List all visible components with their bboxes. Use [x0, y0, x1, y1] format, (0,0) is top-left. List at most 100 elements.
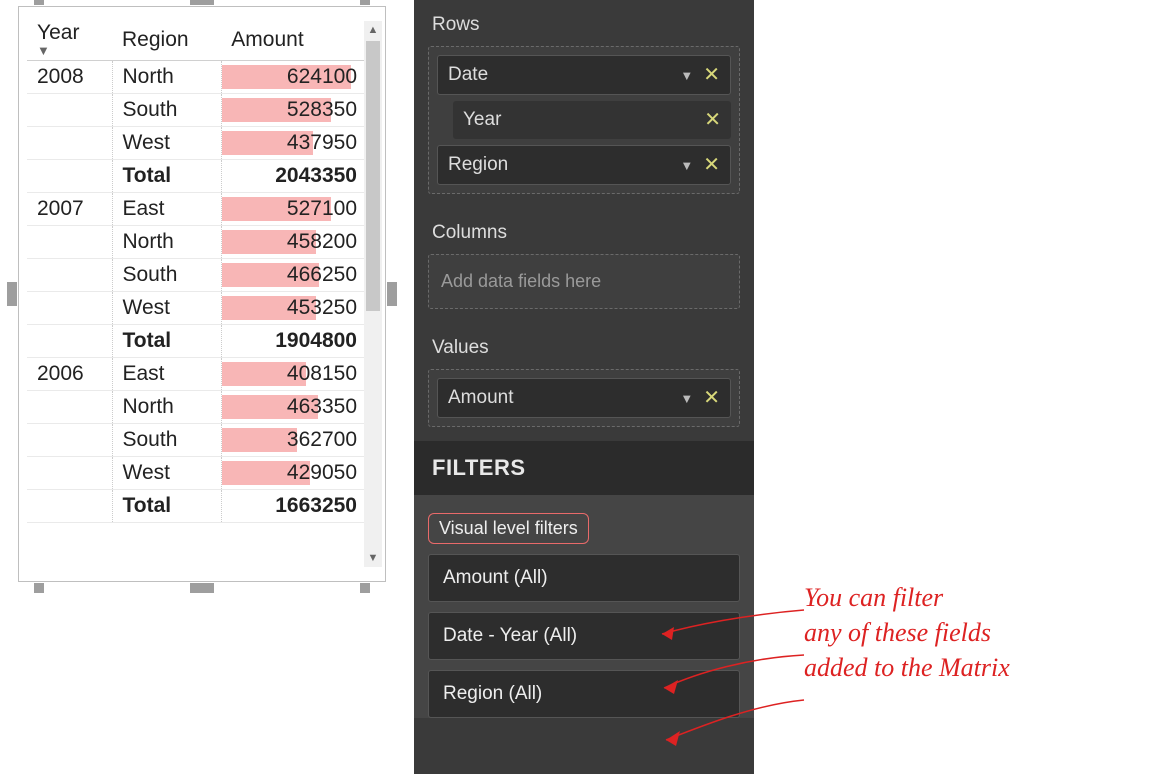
table-row[interactable]: North463350 — [27, 391, 367, 424]
field-pill-label: Region — [448, 154, 680, 176]
resize-handle-corner[interactable] — [360, 0, 370, 5]
rows-well[interactable]: Date▼✕Year✕Region▼✕ — [428, 46, 740, 194]
cell-amount: 362700 — [221, 424, 367, 457]
cell-amount: 408150 — [221, 358, 367, 391]
vertical-scrollbar[interactable]: ▲ ▼ — [364, 21, 382, 567]
close-icon[interactable]: ✕ — [703, 158, 720, 172]
rows-section-label: Rows — [414, 0, 754, 46]
cell-year — [27, 391, 112, 424]
scroll-down-icon[interactable]: ▼ — [364, 549, 382, 567]
cell-amount: 453250 — [221, 292, 367, 325]
cell-amount: 527100 — [221, 193, 367, 226]
chevron-down-icon[interactable]: ▼ — [680, 68, 693, 83]
table-row[interactable]: South466250 — [27, 259, 367, 292]
table-row-total[interactable]: Total1663250 — [27, 490, 367, 523]
total-label: Total — [112, 160, 221, 193]
cell-year — [27, 292, 112, 325]
filters-area: Visual level filters Amount (All) Date - … — [414, 495, 754, 718]
cell-region: East — [112, 193, 221, 226]
field-pill-label: Year — [463, 109, 704, 131]
resize-handle-right[interactable] — [387, 282, 397, 306]
table-row[interactable]: South528350 — [27, 94, 367, 127]
cell-amount: 429050 — [221, 457, 367, 490]
cell-region: North — [112, 61, 221, 94]
col-header-region[interactable]: Region — [112, 15, 221, 61]
resize-handle-corner[interactable] — [360, 583, 370, 593]
close-icon[interactable]: ✕ — [703, 68, 720, 82]
resize-handle-corner[interactable] — [34, 583, 44, 593]
table-row[interactable]: North458200 — [27, 226, 367, 259]
cell-region: East — [112, 358, 221, 391]
cell-year — [27, 424, 112, 457]
cell-region: West — [112, 127, 221, 160]
table-row[interactable]: West437950 — [27, 127, 367, 160]
chevron-down-icon[interactable]: ▼ — [680, 391, 693, 406]
col-header-label: Year — [37, 21, 79, 44]
table-row[interactable]: West429050 — [27, 457, 367, 490]
cell-year: 2007 — [27, 193, 112, 226]
cell-region: South — [112, 424, 221, 457]
cell-year — [27, 226, 112, 259]
cell-amount: 437950 — [221, 127, 367, 160]
cell-amount: 458200 — [221, 226, 367, 259]
cell-region: North — [112, 391, 221, 424]
resize-handle-bottom[interactable] — [190, 583, 214, 593]
field-pill-label: Amount — [448, 387, 680, 409]
annotation-text: You can filter any of these fields added… — [804, 580, 1164, 685]
field-pill-label: Date — [448, 64, 680, 86]
filters-heading: FILTERS — [414, 441, 754, 495]
cell-region: North — [112, 226, 221, 259]
annotation-line: added to the Matrix — [804, 650, 1164, 685]
resize-handle-top[interactable] — [190, 0, 214, 5]
table-row[interactable]: 2007East527100 — [27, 193, 367, 226]
filter-item[interactable]: Date - Year (All) — [428, 612, 740, 660]
columns-well-empty[interactable]: Add data fields here — [428, 254, 740, 309]
field-pill[interactable]: Amount▼ ✕ — [437, 378, 731, 418]
sort-indicator-icon: ▼ — [37, 43, 102, 58]
columns-placeholder: Add data fields here — [441, 271, 601, 291]
resize-handle-left[interactable] — [7, 282, 17, 306]
values-section-label: Values — [414, 323, 754, 369]
field-pill[interactable]: Region▼ ✕ — [437, 145, 731, 185]
field-pill[interactable]: Date▼ ✕ — [437, 55, 731, 95]
annotation-line: You can filter — [804, 580, 1164, 615]
cell-year: 2008 — [27, 61, 112, 94]
close-icon[interactable]: ✕ — [703, 391, 720, 405]
cell-year — [27, 259, 112, 292]
cell-amount: 528350 — [221, 94, 367, 127]
cell-region: West — [112, 457, 221, 490]
resize-handle-corner[interactable] — [34, 0, 44, 5]
visual-level-filters-label[interactable]: Visual level filters — [428, 513, 589, 544]
columns-section-label: Columns — [414, 208, 754, 254]
cell-year — [27, 457, 112, 490]
total-label: Total — [112, 490, 221, 523]
cell-region: West — [112, 292, 221, 325]
total-amount: 1904800 — [221, 325, 367, 358]
table-row[interactable]: 2006East408150 — [27, 358, 367, 391]
total-amount: 2043350 — [221, 160, 367, 193]
col-header-amount[interactable]: Amount — [221, 15, 367, 61]
matrix-visual-container[interactable]: Year ▼ Region Amount 2008North624100Sout… — [12, 0, 392, 588]
scroll-up-icon[interactable]: ▲ — [364, 21, 382, 39]
cell-amount: 466250 — [221, 259, 367, 292]
filter-item[interactable]: Amount (All) — [428, 554, 740, 602]
table-row-total[interactable]: Total2043350 — [27, 160, 367, 193]
col-header-year[interactable]: Year ▼ — [27, 15, 112, 61]
table-row[interactable]: South362700 — [27, 424, 367, 457]
table-row-total[interactable]: Total1904800 — [27, 325, 367, 358]
filter-item[interactable]: Region (All) — [428, 670, 740, 718]
chevron-down-icon[interactable]: ▼ — [680, 158, 693, 173]
table-row[interactable]: 2008North624100 — [27, 61, 367, 94]
field-pill[interactable]: Year✕ — [453, 101, 731, 139]
close-icon[interactable]: ✕ — [704, 113, 721, 127]
cell-year — [27, 127, 112, 160]
table-row[interactable]: West453250 — [27, 292, 367, 325]
total-amount: 1663250 — [221, 490, 367, 523]
scroll-thumb[interactable] — [366, 41, 380, 311]
cell-region: South — [112, 94, 221, 127]
total-label: Total — [112, 325, 221, 358]
cell-amount: 463350 — [221, 391, 367, 424]
values-well[interactable]: Amount▼ ✕ — [428, 369, 740, 427]
matrix-visual[interactable]: Year ▼ Region Amount 2008North624100Sout… — [27, 15, 367, 575]
cell-region: South — [112, 259, 221, 292]
